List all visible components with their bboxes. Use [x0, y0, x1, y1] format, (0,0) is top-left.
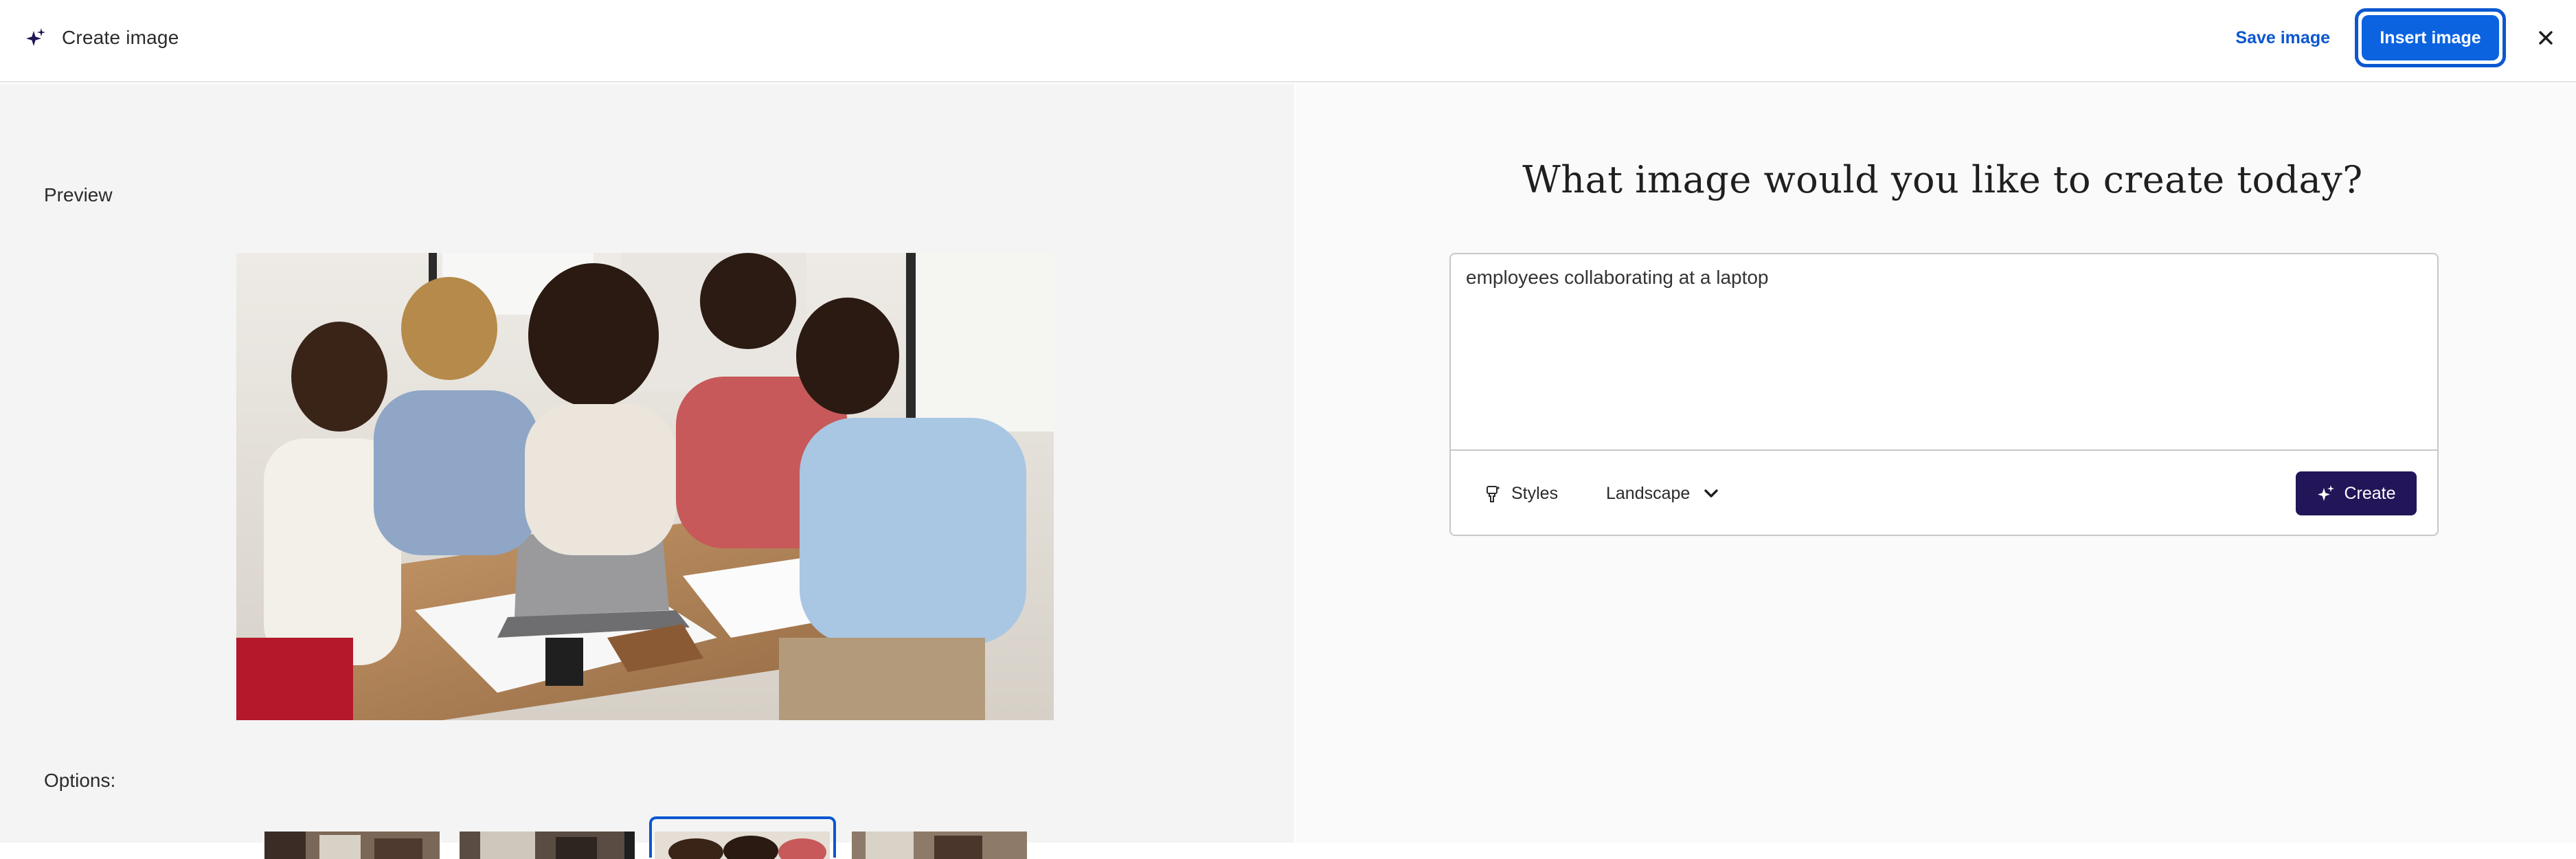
- prompt-heading: What image would you like to create toda…: [1522, 158, 2363, 201]
- image-option-4-preview: [852, 832, 1027, 859]
- sparkle-icon: [26, 28, 45, 46]
- insert-image-button[interactable]: Insert image: [2362, 15, 2499, 60]
- generated-image-illustration: [236, 253, 1054, 720]
- prompt-card: employees collaborating at a laptop Styl…: [1449, 253, 2439, 536]
- save-image-button[interactable]: Save image: [2235, 28, 2330, 48]
- image-option-1[interactable]: [264, 832, 440, 859]
- header-actions: Save image Insert image: [2235, 0, 2576, 76]
- image-option-1-preview: [264, 832, 440, 859]
- create-button[interactable]: Create: [2296, 471, 2417, 515]
- selected-option-outline: [649, 816, 836, 858]
- image-option-2[interactable]: [460, 832, 635, 859]
- header-title-group: Create image: [25, 0, 179, 76]
- close-icon[interactable]: [2536, 28, 2555, 47]
- styles-label: Styles: [1511, 483, 1559, 503]
- aspect-ratio-dropdown[interactable]: Landscape: [1606, 474, 1720, 513]
- page-title: Create image: [62, 27, 179, 48]
- prompt-panel: What image would you like to create toda…: [1296, 84, 2576, 843]
- brush-icon: [1487, 486, 1500, 502]
- image-option-2-preview: [460, 832, 635, 859]
- image-option-4[interactable]: [852, 832, 1027, 859]
- styles-button[interactable]: Styles: [1482, 474, 1558, 513]
- header-bar: Create image Save image Insert image: [0, 0, 2576, 82]
- prompt-input[interactable]: employees collaborating at a laptop: [1466, 267, 1769, 289]
- chevron-down-icon: [1704, 489, 1719, 498]
- prompt-divider: [1451, 449, 2437, 451]
- sparkle-icon: [2318, 485, 2335, 501]
- preview-panel: Preview Options:: [0, 84, 1294, 859]
- preview-image: [236, 253, 1054, 720]
- aspect-ratio-label: Landscape: [1606, 483, 1691, 503]
- image-options-strip: [264, 816, 1027, 859]
- insert-image-focus-ring: Insert image: [2355, 8, 2506, 67]
- options-label: Options:: [44, 770, 116, 791]
- create-label: Create: [2344, 483, 2396, 503]
- preview-label: Preview: [44, 184, 113, 205]
